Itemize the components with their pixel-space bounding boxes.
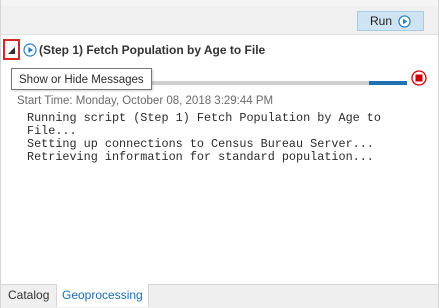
message-log: Running script (Step 1) Fetch Population… xyxy=(27,112,381,164)
tab-catalog[interactable]: Catalog xyxy=(3,284,54,307)
show-hide-messages-toggle[interactable] xyxy=(3,39,20,60)
tab-geoprocessing[interactable]: Geoprocessing xyxy=(56,284,149,307)
triangle-collapse-icon xyxy=(8,47,15,54)
start-time: Start Time: Monday, October 08, 2018 3:2… xyxy=(17,95,274,107)
run-bar: Run xyxy=(1,6,438,35)
run-button-label: Run xyxy=(369,14,392,28)
message-header: (Step 1) Fetch Population by Age to File xyxy=(1,38,438,62)
stop-icon[interactable] xyxy=(411,70,427,86)
log-line: Retrieving information for standard popu… xyxy=(27,150,374,164)
geoprocessing-pane: Run (Step 1) Fetch Population by Age to … xyxy=(0,0,439,308)
play-circle-icon xyxy=(398,14,411,28)
run-button[interactable]: Run xyxy=(357,11,424,31)
tooltip: Show or Hide Messages xyxy=(11,68,152,90)
play-circle-icon xyxy=(23,43,37,57)
step-title: (Step 1) Fetch Population by Age to File xyxy=(39,43,266,57)
progress-bar xyxy=(139,81,407,85)
log-line: Running script (Step 1) Fetch Population… xyxy=(27,111,381,125)
pane-tabs: Catalog Geoprocessing xyxy=(1,284,438,308)
progress-fill xyxy=(369,81,407,85)
